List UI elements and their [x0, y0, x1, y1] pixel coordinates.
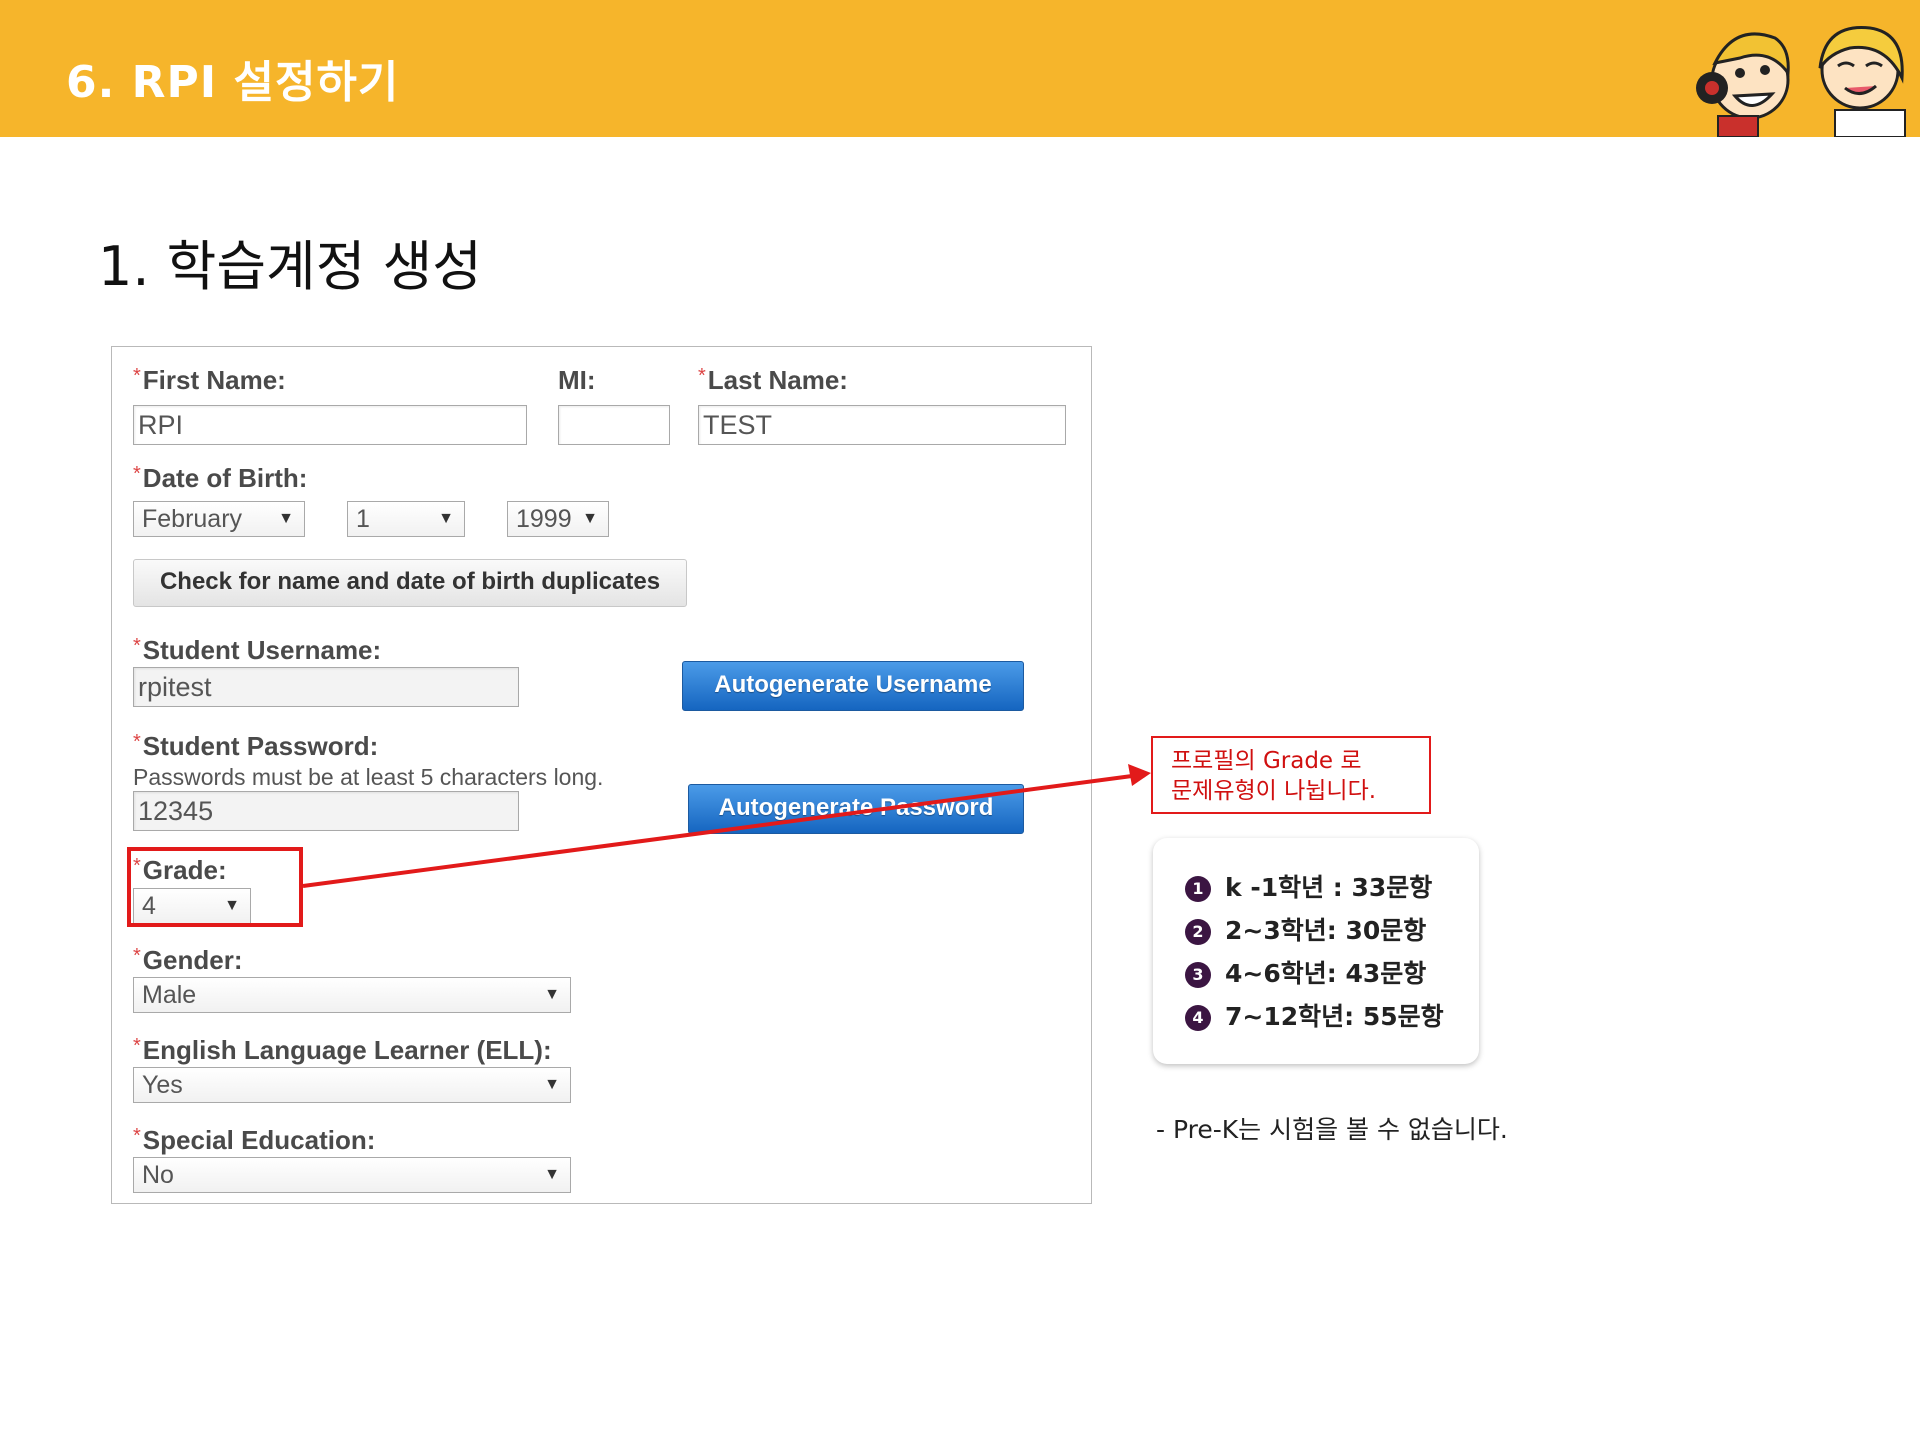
password-input[interactable]: 12345 — [133, 791, 519, 831]
number-badge-icon: 2 — [1185, 919, 1211, 945]
required-mark: * — [133, 1125, 141, 1147]
special-ed-value: No — [142, 1161, 174, 1189]
list-item: 4 7~12학년: 55문항 — [1185, 997, 1479, 1040]
callout-line-2: 문제유형이 나뉩니다. — [1171, 778, 1377, 804]
dob-month-value: February — [142, 505, 243, 533]
header-banner: 6. RPI 설정하기 — [0, 0, 1920, 137]
first-name-label: *First Name: — [133, 365, 286, 396]
required-mark: * — [698, 365, 706, 387]
ell-value: Yes — [142, 1071, 183, 1099]
callout-line-1: 프로필의 Grade 로 — [1171, 748, 1362, 774]
special-ed-label-text: Special Education: — [142, 1125, 376, 1155]
list-item: 3 4~6학년: 43문항 — [1185, 954, 1479, 997]
grade-callout: 프로필의 Grade 로 문제유형이 나뉩니다. — [1151, 736, 1431, 814]
dob-month-select[interactable]: February ▼ — [133, 501, 305, 537]
grade-item-text: k -1학년 : 33문항 — [1225, 873, 1433, 902]
chevron-down-icon: ▼ — [582, 510, 598, 527]
number-badge-icon: 1 — [1185, 876, 1211, 902]
chevron-down-icon: ▼ — [278, 510, 294, 527]
required-mark: * — [133, 365, 141, 387]
gender-select[interactable]: Male ▼ — [133, 977, 571, 1013]
mascot-characters-icon — [1696, 26, 1906, 137]
required-mark: * — [133, 1035, 141, 1057]
grade-item-text: 7~12학년: 55문항 — [1225, 1002, 1444, 1031]
ell-label-text: English Language Learner (ELL): — [142, 1035, 552, 1065]
header-title: 6. RPI 설정하기 — [66, 57, 400, 108]
gender-label-text: Gender: — [142, 945, 243, 975]
required-mark: * — [133, 463, 141, 485]
dob-day-select[interactable]: 1 ▼ — [347, 501, 465, 537]
last-name-label-text: Last Name: — [707, 365, 848, 395]
dob-label: *Date of Birth: — [133, 463, 307, 494]
dob-day-value: 1 — [356, 505, 370, 533]
gender-label: *Gender: — [133, 945, 242, 976]
autogenerate-username-button[interactable]: Autogenerate Username — [682, 661, 1024, 711]
grade-highlight-box — [127, 847, 303, 927]
number-badge-icon: 4 — [1185, 1005, 1211, 1031]
list-item: 1 k -1학년 : 33문항 — [1185, 868, 1479, 911]
required-mark: * — [133, 635, 141, 657]
required-mark: * — [133, 945, 141, 967]
first-name-label-text: First Name: — [142, 365, 286, 395]
autogenerate-password-button[interactable]: Autogenerate Password — [688, 784, 1024, 834]
password-label-text: Student Password: — [142, 731, 379, 761]
ell-select[interactable]: Yes ▼ — [133, 1067, 571, 1103]
first-name-input[interactable]: RPI — [133, 405, 527, 445]
password-hint: Passwords must be at least 5 characters … — [133, 764, 604, 790]
username-label: *Student Username: — [133, 635, 381, 666]
last-name-label: *Last Name: — [698, 365, 848, 396]
username-label-text: Student Username: — [142, 635, 382, 665]
grade-item-text: 2~3학년: 30문항 — [1225, 916, 1427, 945]
special-ed-select[interactable]: No ▼ — [133, 1157, 571, 1193]
chevron-down-icon: ▼ — [544, 986, 560, 1003]
mi-label: MI: — [558, 365, 596, 395]
dob-label-text: Date of Birth: — [142, 463, 308, 493]
chevron-down-icon: ▼ — [544, 1166, 560, 1183]
gender-value: Male — [142, 981, 197, 1009]
required-mark: * — [133, 731, 141, 753]
password-label: *Student Password: — [133, 731, 378, 762]
pre-k-note: - Pre-K는 시험을 볼 수 없습니다. — [1156, 1115, 1508, 1144]
list-item: 2 2~3학년: 30문항 — [1185, 911, 1479, 954]
mi-input[interactable] — [558, 405, 670, 445]
student-account-form: *First Name: MI: *Last Name: RPI TEST *D… — [111, 346, 1092, 1204]
check-duplicates-button[interactable]: Check for name and date of birth duplica… — [133, 559, 687, 607]
number-badge-icon: 3 — [1185, 962, 1211, 988]
ell-label: *English Language Learner (ELL): — [133, 1035, 552, 1066]
last-name-input[interactable]: TEST — [698, 405, 1066, 445]
chevron-down-icon: ▼ — [438, 510, 454, 527]
grade-item-text: 4~6학년: 43문항 — [1225, 959, 1427, 988]
dob-year-value: 1999 — [516, 505, 572, 533]
special-ed-label: *Special Education: — [133, 1125, 375, 1156]
chevron-down-icon: ▼ — [544, 1076, 560, 1093]
section-title: 1. 학습계정 생성 — [98, 235, 482, 298]
dob-year-select[interactable]: 1999 ▼ — [507, 501, 609, 537]
username-input[interactable]: rpitest — [133, 667, 519, 707]
grade-question-card: 1 k -1학년 : 33문항 2 2~3학년: 30문항 3 4~6학년: 43문항… — [1153, 838, 1479, 1064]
